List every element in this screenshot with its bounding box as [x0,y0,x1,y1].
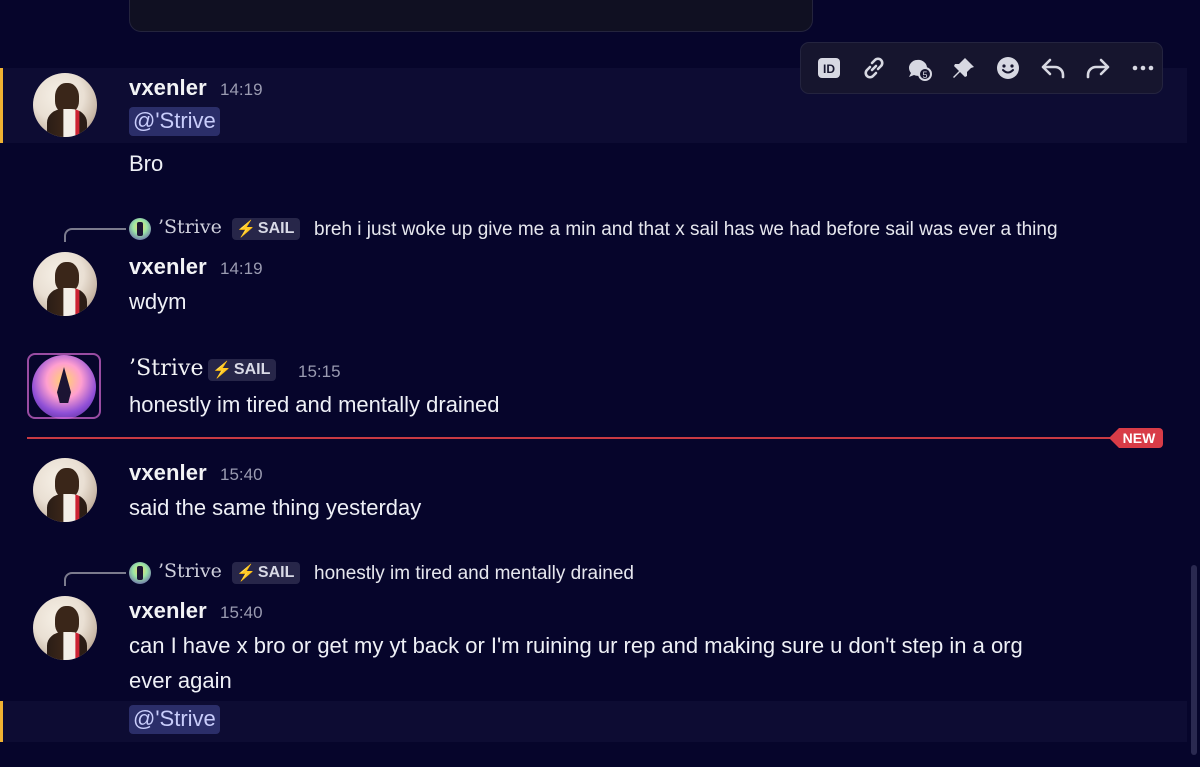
forward-button[interactable] [1079,49,1118,88]
message-text: Bro [129,151,164,176]
add-reaction-button[interactable] [989,49,1028,88]
reply-avatar[interactable] [129,562,151,584]
user-mention[interactable]: @'Strive [129,107,220,136]
mention-highlight-bar [0,68,3,143]
message-text: wdym [129,289,187,314]
reply-username[interactable]: ’Strive [158,560,222,582]
role-tag[interactable]: ⚡ SAIL [208,359,277,381]
reply-spine [64,572,126,586]
username[interactable]: vxenler [129,254,207,280]
user-mention[interactable]: @'Strive [129,705,220,734]
timestamp: 15:40 [220,603,263,622]
forward-icon [1086,58,1110,79]
more-button[interactable] [1123,49,1162,88]
message-text-line-1: can I have x bro or get my yt back or I'… [129,633,1023,658]
timestamp: 14:19 [220,259,263,278]
mention-highlight-bar [0,701,3,742]
message-text: honestly im tired and mentally drained [129,392,500,417]
copy-id-button[interactable]: ID [810,49,849,88]
bolt-icon: ⚡ [236,565,256,582]
avatar[interactable] [33,458,97,522]
more-icon [1132,65,1153,71]
username[interactable]: vxenler [129,75,207,101]
reply-username[interactable]: ’Strive [158,216,222,238]
svg-text:5: 5 [922,70,927,80]
username[interactable]: vxenler [129,460,207,486]
role-tag[interactable]: ⚡ SAIL [232,562,301,584]
message-text-line-2: ever again [129,668,232,693]
message-actions-toolbar: ID 5 [800,42,1163,94]
scrollbar-thumb[interactable] [1191,565,1197,755]
avatar[interactable] [27,353,101,419]
chat-message-list: vxenler 14:19 @'Strive Bro ID 5 ’Strive … [0,0,1200,767]
avatar[interactable] [33,73,97,137]
message-text: said the same thing yesterday [129,495,422,520]
username[interactable]: vxenler [129,598,207,624]
reply-avatar[interactable] [129,218,151,240]
pin-button[interactable] [944,49,983,88]
new-messages-divider [27,437,1117,439]
pin-icon [952,58,974,78]
reply-spine [64,228,126,242]
new-messages-badge: NEW [1109,428,1163,448]
timestamp: 15:15 [298,362,341,381]
create-thread-button[interactable]: 5 [900,49,939,88]
emoji-icon [997,57,1020,79]
embed-preview[interactable] [129,0,813,32]
copy-link-button[interactable] [855,49,894,88]
reply-button[interactable] [1034,49,1073,88]
link-icon [864,57,884,79]
role-tag-label: SAIL [257,220,295,237]
bolt-icon: ⚡ [236,221,256,238]
reply-icon [1041,58,1065,79]
role-tag-label: SAIL [257,564,295,581]
username[interactable]: ’Strive [129,356,204,381]
role-tag[interactable]: ⚡ SAIL [232,218,301,240]
thread-icon: 5 [908,59,932,81]
svg-text:ID: ID [823,62,835,76]
timestamp: 15:40 [220,465,263,484]
avatar[interactable] [33,252,97,316]
timestamp: 14:19 [220,80,263,99]
id-icon: ID [818,58,841,78]
reply-preview-text[interactable]: breh i just woke up give me a min and th… [314,219,1058,241]
role-tag-label: SAIL [233,361,271,378]
avatar[interactable] [33,596,97,660]
bolt-icon: ⚡ [212,362,232,379]
reply-preview-text[interactable]: honestly im tired and mentally drained [314,563,634,585]
